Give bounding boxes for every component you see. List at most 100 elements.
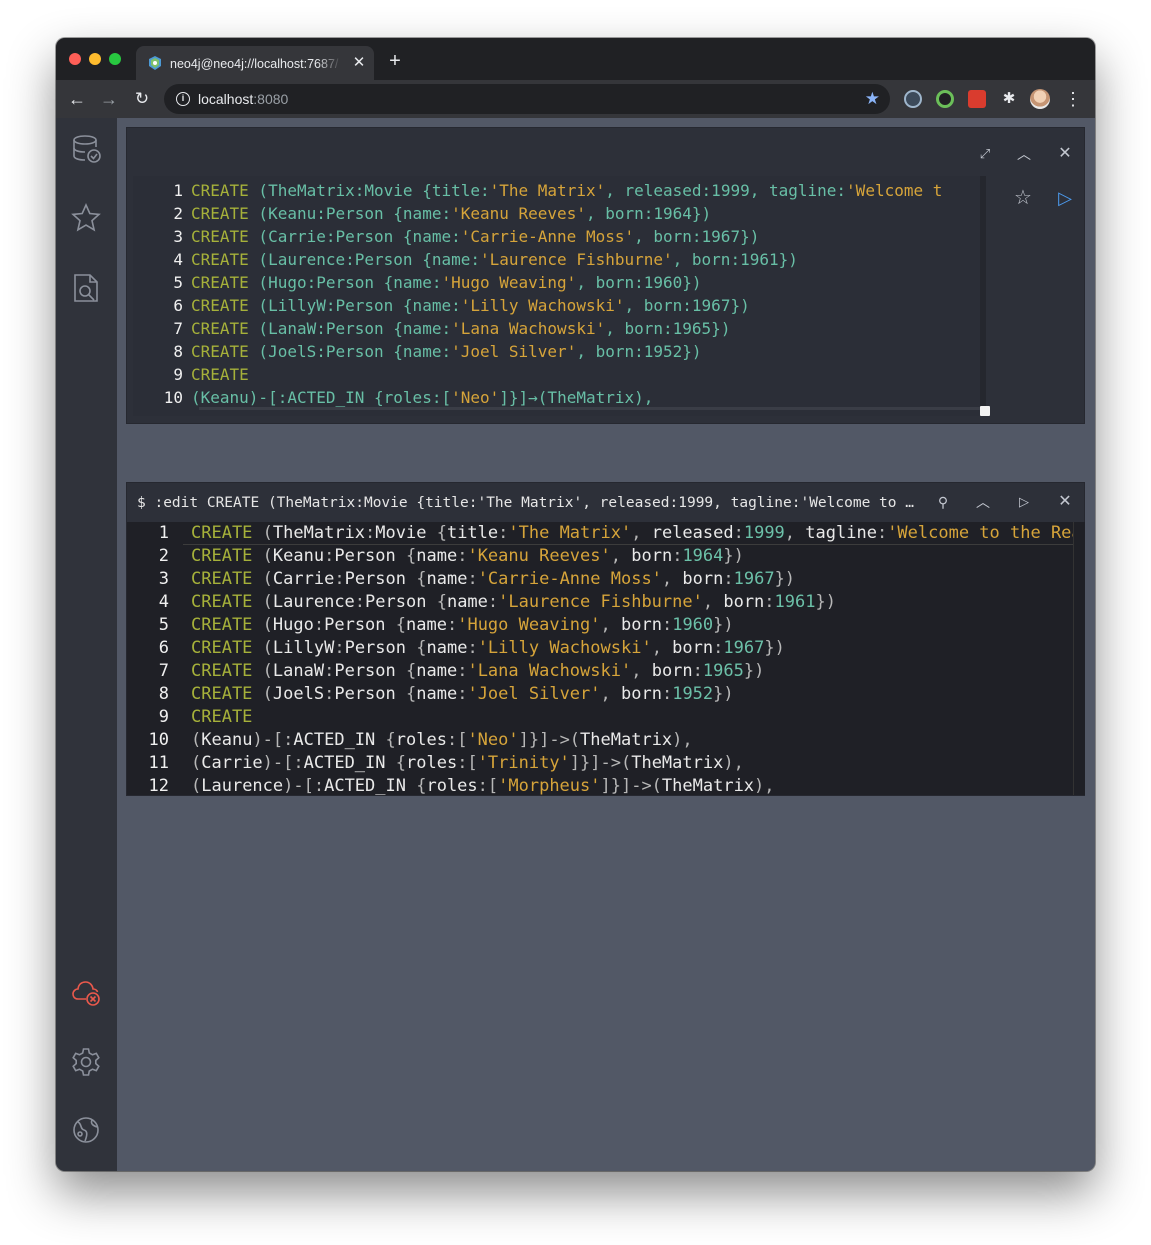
site-info-icon[interactable]: i bbox=[176, 92, 190, 106]
property-key-token: born bbox=[621, 684, 662, 704]
line-number: 10 bbox=[148, 730, 169, 750]
viewer-code-line[interactable]: 8 CREATE (JoelS:Person {name:'Joel Silver… bbox=[127, 683, 734, 706]
keyword-token: CREATE bbox=[191, 615, 253, 635]
identifier-token: Carrie bbox=[201, 753, 263, 773]
close-icon[interactable]: ✕ bbox=[1055, 492, 1075, 512]
viewer-code-line[interactable]: 7 CREATE (LanaW:Person {name:'Lana Wachow… bbox=[127, 660, 765, 683]
punct-token: , bbox=[610, 546, 632, 566]
collapse-chevron-icon[interactable]: ︿ bbox=[1014, 144, 1034, 164]
keyword-token: CREATE bbox=[191, 204, 249, 223]
property-key-token: name bbox=[446, 592, 488, 612]
collapse-chevron-icon[interactable]: ︿ bbox=[973, 492, 993, 512]
viewer-code-line[interactable]: 10 (Keanu)-[:ACTED_IN {roles:['Neo']}]->(… bbox=[127, 729, 693, 752]
punct-token: }) bbox=[743, 661, 765, 681]
code-token: (Carrie:Person {name: bbox=[248, 227, 461, 246]
rerun-play-icon[interactable]: ▷ bbox=[1014, 492, 1034, 512]
favorites-star-icon[interactable] bbox=[70, 202, 102, 234]
viewer-code-line[interactable]: 4 CREATE (Laurence:Person {name:'Laurence… bbox=[127, 591, 836, 614]
code-token: , released:1999, tagline: bbox=[605, 181, 847, 200]
number-token: 1952 bbox=[672, 684, 714, 704]
cypher-editor[interactable]: 1 CREATE (TheMatrix:Movie {title:'The Mat… bbox=[133, 176, 986, 416]
line-number: 11 bbox=[148, 753, 169, 773]
editor-code-line[interactable]: 3 CREATE (Carrie:Person {name:'Carrie-Ann… bbox=[133, 225, 759, 248]
code-token: , born:1967}) bbox=[624, 296, 750, 315]
viewer-code-line[interactable]: 6 CREATE (LillyW:Person {name:'Lilly Wach… bbox=[127, 637, 785, 660]
minimize-window-button[interactable] bbox=[89, 53, 101, 65]
viewer-code-line[interactable]: 1 CREATE (TheMatrix:Movie {title:'The Mat… bbox=[127, 522, 1073, 545]
punct-token: : bbox=[733, 523, 744, 543]
extensions-puzzle-icon[interactable]: ✱ bbox=[1000, 90, 1018, 108]
string-token: 'The Matrix' bbox=[489, 181, 606, 200]
close-icon[interactable]: ✕ bbox=[1055, 144, 1075, 164]
editor-horizontal-scrollbar[interactable] bbox=[199, 407, 986, 410]
fullscreen-icon[interactable]: ⤢ bbox=[975, 144, 995, 164]
database-icon[interactable] bbox=[70, 132, 102, 164]
code-token: , born:1965}) bbox=[605, 319, 731, 338]
punct-token: : bbox=[723, 569, 734, 589]
about-globe-icon[interactable] bbox=[70, 1114, 102, 1146]
property-key-token: born bbox=[651, 661, 693, 681]
punct-token: : bbox=[313, 615, 325, 635]
address-bar[interactable]: i localhost:8080 ★ bbox=[164, 84, 890, 114]
string-token: 'Neo' bbox=[467, 730, 519, 750]
tab-close-icon[interactable]: ✕ bbox=[350, 54, 368, 72]
browser-tab[interactable]: neo4j@neo4j://localhost:7687/ ✕ bbox=[136, 46, 374, 80]
punct-token: , bbox=[702, 592, 724, 612]
editor-resize-handle[interactable] bbox=[980, 406, 990, 416]
profile-avatar[interactable] bbox=[1030, 89, 1050, 109]
run-query-play-icon[interactable]: ▷ bbox=[1053, 186, 1077, 210]
editor-vertical-scrollbar[interactable] bbox=[980, 176, 986, 408]
result-command-title[interactable]: $ :edit CREATE (TheMatrix:Movie {title:'… bbox=[137, 492, 917, 514]
settings-gear-icon[interactable] bbox=[70, 1046, 102, 1078]
viewer-code-line[interactable]: 5 CREATE (Hugo:Person {name:'Hugo Weaving… bbox=[127, 614, 734, 637]
viewer-code-line[interactable]: 11 (Carrie)-[:ACTED_IN {roles:['Trinity']… bbox=[127, 752, 744, 775]
punct-token: ( bbox=[252, 569, 273, 589]
punct-token: ]}]->( bbox=[600, 776, 662, 795]
editor-code-line[interactable]: 2 CREATE (Keanu:Person {name:'Keanu Reeve… bbox=[133, 202, 711, 225]
favorite-star-icon[interactable]: ☆ bbox=[1011, 186, 1035, 210]
editor-code-line[interactable]: 8 CREATE (JoelS:Person {name:'Joel Silver… bbox=[133, 340, 701, 363]
editor-code-line[interactable]: 5 CREATE (Hugo:Person {name:'Hugo Weaving… bbox=[133, 271, 701, 294]
editor-code-line[interactable]: 10 (Keanu)-[:ACTED_IN {roles:['Neo']}]→(T… bbox=[133, 386, 654, 409]
pin-icon[interactable]: ⚲ bbox=[933, 492, 953, 512]
editor-code-line[interactable]: 7 CREATE (LanaW:Person {name:'Lana Wachow… bbox=[133, 317, 730, 340]
back-arrow-icon[interactable]: ← bbox=[66, 88, 88, 110]
punct-token: { bbox=[395, 546, 417, 566]
line-number: 3 bbox=[158, 569, 169, 589]
line-number: 8 bbox=[158, 684, 169, 704]
editor-code-line[interactable]: 6 CREATE (LillyW:Person {name:'Lilly Wach… bbox=[133, 294, 750, 317]
code-token: (TheMatrix:Movie {title: bbox=[248, 181, 490, 200]
extension-target-icon[interactable] bbox=[936, 90, 954, 108]
viewer-code-line[interactable]: 12 (Laurence)-[:ACTED_IN {roles:['Morpheu… bbox=[127, 775, 775, 795]
punct-token: : bbox=[661, 615, 673, 635]
new-tab-button[interactable]: + bbox=[384, 50, 406, 72]
label-token: Person bbox=[344, 569, 406, 589]
extension-red-icon[interactable] bbox=[968, 90, 986, 108]
editor-code-line[interactable]: 9 CREATE bbox=[133, 363, 248, 386]
viewer-code-line[interactable]: 2 CREATE (Keanu:Person {name:'Keanu Reeve… bbox=[127, 545, 744, 568]
line-number: 9 bbox=[158, 707, 169, 727]
editor-code-line[interactable]: 1 CREATE (TheMatrix:Movie {title:'The Mat… bbox=[133, 179, 942, 202]
punct-token: : bbox=[365, 523, 376, 543]
line-number: 2 bbox=[158, 546, 169, 566]
punct-token: { bbox=[385, 615, 407, 635]
code-viewer[interactable]: 1 CREATE (TheMatrix:Movie {title:'The Mat… bbox=[127, 522, 1073, 795]
code-token: (LillyW:Person {name: bbox=[248, 296, 461, 315]
zoom-window-button[interactable] bbox=[109, 53, 121, 65]
extension-lastpass-icon[interactable] bbox=[904, 90, 922, 108]
keyword-token: CREATE bbox=[191, 319, 249, 338]
reload-icon[interactable]: ↻ bbox=[131, 88, 153, 110]
punct-token: , bbox=[631, 523, 652, 543]
viewer-vertical-scrollbar[interactable] bbox=[1073, 522, 1085, 795]
cloud-disconnected-icon[interactable] bbox=[70, 976, 102, 1008]
viewer-code-line[interactable]: 9 CREATE bbox=[127, 706, 253, 729]
documents-search-icon[interactable] bbox=[70, 272, 102, 304]
punct-token: ( bbox=[191, 753, 202, 773]
close-window-button[interactable] bbox=[69, 53, 81, 65]
url-text[interactable]: localhost:8080 bbox=[198, 90, 288, 108]
forward-arrow-icon[interactable]: → bbox=[98, 88, 120, 110]
bookmark-star-icon[interactable]: ★ bbox=[865, 89, 880, 109]
viewer-code-line[interactable]: 3 CREATE (Carrie:Person {name:'Carrie-Ann… bbox=[127, 568, 795, 591]
editor-code-line[interactable]: 4 CREATE (Laurence:Person {name:'Laurence… bbox=[133, 248, 798, 271]
browser-menu-icon[interactable]: ⋮ bbox=[1064, 88, 1082, 110]
